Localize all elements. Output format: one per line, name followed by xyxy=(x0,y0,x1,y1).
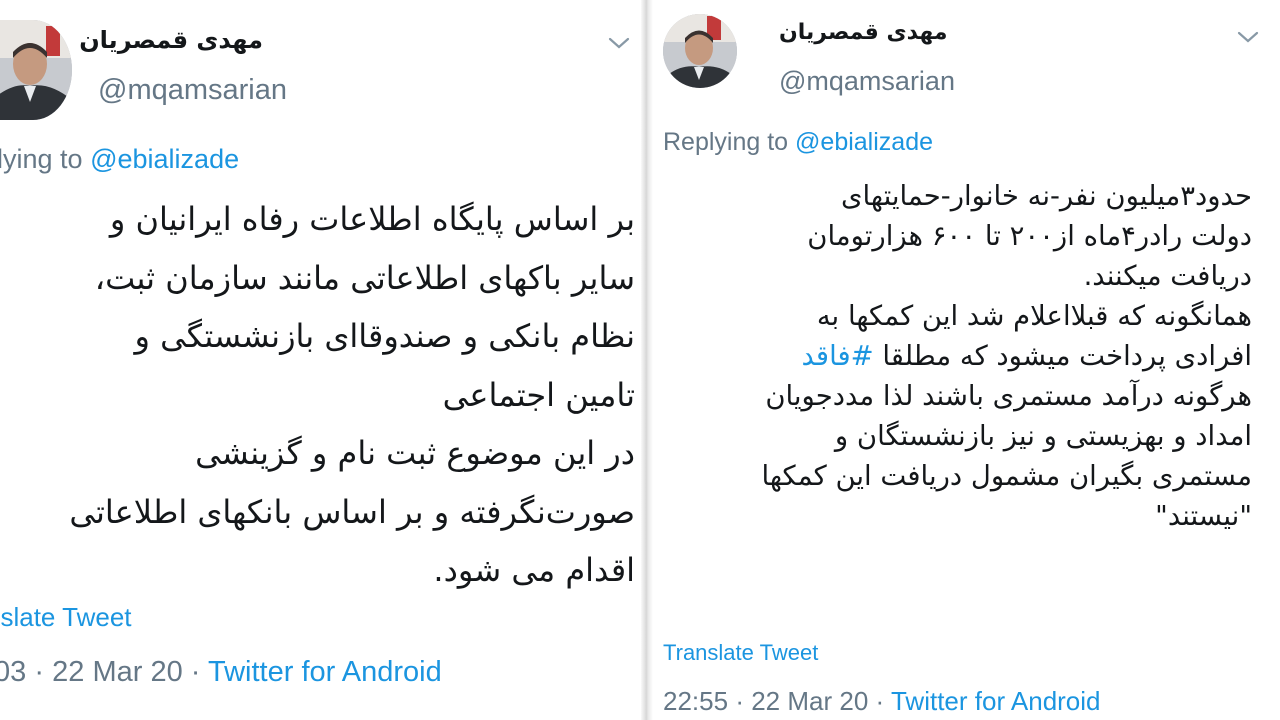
tweet-line: اقدام می شود. xyxy=(433,551,635,589)
tweet-line: بر اساس پایگاه اطلاعات رفاه ایرانیان و xyxy=(109,200,635,238)
tweet-panel-left: مهدی قمصریان @mqamsarian plying to @ebia… xyxy=(0,0,641,720)
separator: · xyxy=(34,656,45,688)
tweet-line: افرادی پرداخت میشود که مطلقا #فاقد xyxy=(761,336,1253,376)
replying-to: Replying to @ebializade xyxy=(663,128,933,157)
tweet-source[interactable]: Twitter for Android xyxy=(891,686,1101,716)
user-handle[interactable]: @mqamsarian xyxy=(779,66,955,97)
tweet-line: مستمری بگیران مشمول دریافت این کمکها xyxy=(761,460,1252,492)
tweet-line: امداد و بهزیستی و نیز بازنشستگان و xyxy=(834,420,1252,452)
mention-link[interactable]: @ebializade xyxy=(90,144,239,174)
tweet-date[interactable]: 22 Mar 20 xyxy=(751,686,868,716)
tweet-source[interactable]: Twitter for Android xyxy=(208,656,442,688)
replying-label: Replying to xyxy=(663,128,789,156)
chevron-down-icon[interactable] xyxy=(1237,30,1259,44)
separator: · xyxy=(875,686,885,716)
tweet-line: همانگونه که قبلااعلام شد این کمکها به xyxy=(816,300,1252,332)
tweet-panel-right: مهدی قمصریان @mqamsarian Replying to @eb… xyxy=(653,0,1280,720)
tweet-text: حدود۳میلیون نفر-نه خانوار-حمایتهای دولت … xyxy=(761,176,1252,536)
replying-label: plying to xyxy=(0,144,83,174)
avatar[interactable] xyxy=(0,20,72,120)
tweet-time[interactable]: :03 xyxy=(0,656,26,688)
tweet-line: "نیستند" xyxy=(1155,500,1252,532)
tweet-line: تامین اجتماعی xyxy=(442,375,635,414)
tweet-line: نظام بانکی و صندوقاای بازنشستگی و xyxy=(134,317,635,355)
tweet-line: هرگونه درآمد مستمری باشند لذا مددجویان xyxy=(765,380,1252,412)
tweet-date[interactable]: 22 Mar 20 xyxy=(52,656,183,688)
tweet-line: در این موضوع ثبت نام و گزینشی xyxy=(195,434,635,472)
user-handle[interactable]: @mqamsarian xyxy=(98,74,287,107)
display-name[interactable]: مهدی قمصریان xyxy=(779,20,948,45)
tweet-time[interactable]: 22:55 xyxy=(663,686,728,716)
replying-to: plying to @ebializade xyxy=(0,144,239,175)
tweet-text: بر اساس پایگاه اطلاعات رفاه ایرانیان و س… xyxy=(69,190,635,600)
chevron-down-icon[interactable] xyxy=(608,36,630,50)
separator: · xyxy=(190,656,201,688)
separator: · xyxy=(735,686,744,716)
display-name[interactable]: مهدی قمصریان xyxy=(79,26,263,54)
tweet-meta: :03 · 22 Mar 20 · Twitter for Android xyxy=(0,656,442,689)
tweet-line: سایر باکهای اطلاعاتی مانند سازمان ثبت، xyxy=(94,258,635,297)
translate-tweet-link[interactable]: Translate Tweet xyxy=(663,640,818,666)
tweet-line: دولت رادر۴ماه از۲۰۰ تا ۶۰۰ هزارتومان xyxy=(807,220,1252,252)
panel-divider xyxy=(641,0,653,720)
tweet-line: حدود۳میلیون نفر-نه خانوار-حمایتهای xyxy=(840,180,1252,212)
mention-link[interactable]: @ebializade xyxy=(795,128,933,156)
avatar[interactable] xyxy=(663,14,737,88)
tweet-line: صورت‌نگرفته و بر اساس بانکهای اطلاعاتی xyxy=(69,492,635,531)
translate-tweet-link[interactable]: nslate Tweet xyxy=(0,602,132,633)
tweet-line: دریافت میکنند. xyxy=(1083,260,1252,292)
tweet-line-text: افرادی پرداخت میشود که مطلقا xyxy=(882,340,1252,372)
tweet-meta: 22:55 · 22 Mar 20 · Twitter for Android xyxy=(663,686,1101,717)
hashtag-link[interactable]: #فاقد xyxy=(802,340,874,372)
